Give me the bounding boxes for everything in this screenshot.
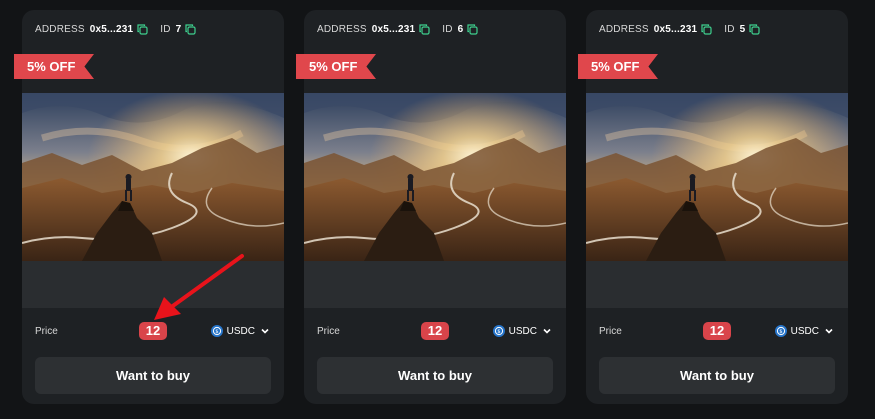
copy-icon[interactable]: [419, 23, 430, 35]
id-label: ID: [724, 23, 735, 35]
id-value: 6: [457, 23, 464, 35]
price-value: 12: [702, 322, 732, 340]
price-row: Price 12 $ USDC: [317, 318, 553, 344]
product-card: ADDRESS 0x5...231 ID 6 5% OFF Price 12 $…: [296, 10, 566, 404]
product-image[interactable]: [586, 93, 848, 308]
product-card: ADDRESS 0x5...231 ID 7 5% OFF Price 12 $…: [14, 10, 284, 404]
price-row: Price 12 $ USDC: [599, 318, 835, 344]
chevron-down-icon: [541, 325, 553, 337]
price-label: Price: [317, 325, 340, 337]
id-value: 5: [739, 23, 746, 35]
chevron-down-icon: [823, 325, 835, 337]
id-label: ID: [442, 23, 453, 35]
address-label: ADDRESS: [317, 23, 367, 35]
copy-icon[interactable]: [701, 23, 712, 35]
want-to-buy-button[interactable]: Want to buy: [599, 357, 835, 394]
svg-text:$: $: [779, 329, 782, 335]
want-to-buy-button[interactable]: Want to buy: [35, 357, 271, 394]
id-label: ID: [160, 23, 171, 35]
price-label: Price: [599, 325, 622, 337]
product-image[interactable]: [22, 93, 284, 308]
currency-select[interactable]: $ USDC: [191, 325, 271, 337]
want-to-buy-button[interactable]: Want to buy: [317, 357, 553, 394]
usdc-icon: $: [492, 325, 505, 337]
usdc-icon: $: [774, 325, 787, 337]
address-label: ADDRESS: [599, 23, 649, 35]
svg-text:$: $: [215, 329, 218, 335]
price-value: 12: [138, 322, 168, 340]
discount-ribbon: 5% OFF: [296, 54, 376, 79]
discount-ribbon: 5% OFF: [578, 54, 658, 79]
address-value: 0x5...231: [89, 23, 134, 35]
currency-select[interactable]: $ USDC: [755, 325, 835, 337]
copy-icon[interactable]: [137, 23, 148, 35]
address-value: 0x5...231: [653, 23, 698, 35]
currency-label: USDC: [508, 325, 537, 337]
card-header: ADDRESS 0x5...231 ID 7: [22, 10, 284, 48]
address-value: 0x5...231: [371, 23, 416, 35]
product-image[interactable]: [304, 93, 566, 308]
id-value: 7: [175, 23, 182, 35]
card-header: ADDRESS 0x5...231 ID 5: [586, 10, 848, 48]
address-label: ADDRESS: [35, 23, 85, 35]
svg-text:$: $: [497, 329, 500, 335]
product-card: ADDRESS 0x5...231 ID 5 5% OFF Price 12 $…: [578, 10, 848, 404]
usdc-icon: $: [210, 325, 223, 337]
copy-icon[interactable]: [467, 23, 479, 35]
discount-ribbon: 5% OFF: [14, 54, 94, 79]
currency-select[interactable]: $ USDC: [473, 325, 553, 337]
copy-icon[interactable]: [185, 23, 197, 35]
price-label: Price: [35, 325, 58, 337]
currency-label: USDC: [226, 325, 255, 337]
copy-icon[interactable]: [749, 23, 761, 35]
card-header: ADDRESS 0x5...231 ID 6: [304, 10, 566, 48]
price-row: Price 12 $ USDC: [35, 318, 271, 344]
currency-label: USDC: [790, 325, 819, 337]
price-value: 12: [420, 322, 450, 340]
chevron-down-icon: [259, 325, 271, 337]
